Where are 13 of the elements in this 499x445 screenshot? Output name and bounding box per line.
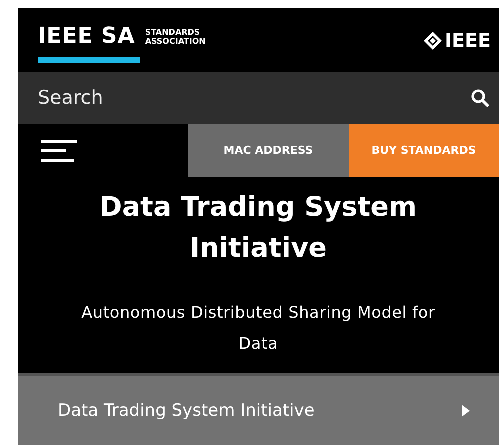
nav-button[interactable]: BUY STANDARDS xyxy=(349,124,499,177)
menu-icon[interactable] xyxy=(40,138,78,162)
menu-item[interactable]: Data Trading System Initiative xyxy=(18,373,499,445)
page-subtitle: Autonomous Distributed Sharing Model for Data xyxy=(80,302,436,355)
diamond-icon xyxy=(422,31,443,51)
logo-subtitle: STANDARDS ASSOCIATION xyxy=(145,28,206,46)
logo-text[interactable]: IEEE SA xyxy=(38,24,136,49)
page-title: Data Trading System Initiative xyxy=(98,191,418,266)
brand-logo-text[interactable]: IEEE xyxy=(444,30,491,52)
search-icon[interactable] xyxy=(471,89,489,107)
caret-icon xyxy=(461,404,471,418)
nav-button[interactable]: MAC ADDRESS xyxy=(188,124,349,177)
search-field[interactable]: Search xyxy=(18,72,499,124)
